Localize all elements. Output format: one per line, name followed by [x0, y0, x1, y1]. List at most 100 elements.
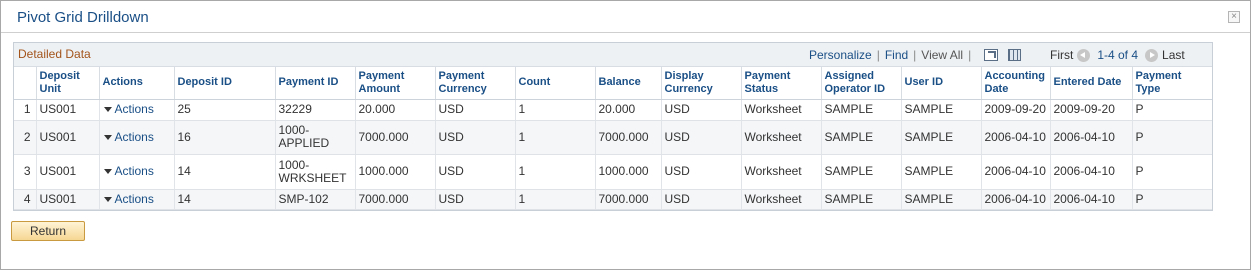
zoom-icon[interactable]	[984, 49, 999, 61]
personalize-link[interactable]: Personalize	[809, 48, 872, 62]
actions-menu[interactable]: Actions	[99, 154, 175, 190]
data-table: Deposit Unit Actions Deposit ID Payment …	[14, 67, 1212, 210]
col-header-deposit-id[interactable]: Deposit ID	[174, 67, 276, 100]
col-header-deposit-unit[interactable]: Deposit Unit	[36, 67, 100, 100]
col-header-user-id[interactable]: User ID	[901, 67, 982, 100]
col-header-balance[interactable]: Balance	[595, 67, 662, 100]
actions-link[interactable]: Actions	[115, 164, 154, 178]
cell-deposit-unit: US001	[36, 99, 100, 121]
cell-deposit-id: 14	[174, 154, 276, 190]
return-button[interactable]: Return	[11, 221, 85, 241]
cell-payment-amount: 1000.000	[355, 154, 436, 190]
cell-deposit-id: 25	[174, 99, 276, 121]
col-header-count[interactable]: Count	[515, 67, 596, 100]
cell-payment-currency: USD	[435, 99, 516, 121]
cell-deposit-unit: US001	[36, 120, 100, 155]
cell-payment-amount: 7000.000	[355, 189, 436, 210]
last-label: Last	[1162, 48, 1185, 62]
dropdown-triangle-icon	[103, 169, 112, 175]
first-label: First	[1050, 48, 1074, 62]
cell-payment-id: 1000-WRKSHEET	[275, 154, 356, 190]
cell-user-id: SAMPLE	[901, 154, 982, 190]
separator: |	[876, 48, 880, 62]
cell-payment-type: P	[1132, 120, 1212, 155]
col-header-payment-currency[interactable]: Payment Currency	[435, 67, 516, 100]
row-number: 2	[14, 120, 37, 155]
cell-payment-id: 32229	[275, 99, 356, 121]
download-grid-icon[interactable]	[1008, 49, 1022, 61]
cell-payment-currency: USD	[435, 189, 516, 210]
row-number: 4	[14, 189, 37, 210]
cell-payment-amount: 7000.000	[355, 120, 436, 155]
actions-menu[interactable]: Actions	[99, 120, 175, 155]
cell-display-currency: USD	[661, 189, 742, 210]
view-all-link[interactable]: View All	[921, 48, 963, 62]
dropdown-triangle-icon	[103, 196, 112, 202]
cell-payment-status: Worksheet	[741, 154, 822, 190]
cell-assigned-operator-id: SAMPLE	[821, 189, 902, 210]
cell-display-currency: USD	[661, 120, 742, 155]
cell-payment-type: P	[1132, 99, 1212, 121]
cell-accounting-date: 2006-04-10	[981, 154, 1051, 190]
next-arrow-icon[interactable]	[1145, 48, 1159, 62]
cell-count: 1	[515, 120, 596, 155]
row-number: 1	[14, 99, 37, 121]
cell-payment-status: Worksheet	[741, 189, 822, 210]
cell-assigned-operator-id: SAMPLE	[821, 154, 902, 190]
table-row: 3 US001 Actions 14 1000-WRKSHEET 1000.00…	[14, 154, 1212, 190]
table-row: 2 US001 Actions 16 1000-APPLIED 7000.000…	[14, 120, 1212, 155]
col-header-payment-type[interactable]: Payment Type	[1132, 67, 1212, 100]
cell-payment-amount: 20.000	[355, 99, 436, 121]
row-number: 3	[14, 154, 37, 190]
close-icon[interactable]: ×	[1228, 11, 1240, 23]
dropdown-triangle-icon	[103, 134, 112, 140]
cell-assigned-operator-id: SAMPLE	[821, 120, 902, 155]
col-header-assigned-operator-id[interactable]: Assigned Operator ID	[821, 67, 902, 100]
actions-link[interactable]: Actions	[115, 130, 154, 144]
col-header-display-currency[interactable]: Display Currency	[661, 67, 742, 100]
table-row: 4 US001 Actions 14 SMP-102 7000.000 USD …	[14, 189, 1212, 210]
cell-payment-id: 1000-APPLIED	[275, 120, 356, 155]
separator: |	[968, 48, 972, 62]
cell-deposit-id: 16	[174, 120, 276, 155]
col-header-payment-amount[interactable]: Payment Amount	[355, 67, 436, 100]
cell-payment-status: Worksheet	[741, 99, 822, 121]
cell-deposit-unit: US001	[36, 189, 100, 210]
title-bar: Pivot Grid Drilldown ×	[1, 1, 1250, 33]
cell-balance: 7000.000	[595, 189, 662, 210]
col-header-payment-id[interactable]: Payment ID	[275, 67, 356, 100]
separator: |	[913, 48, 917, 62]
cell-accounting-date: 2006-04-10	[981, 189, 1051, 210]
col-header-entered-date[interactable]: Entered Date	[1050, 67, 1133, 100]
cell-user-id: SAMPLE	[901, 99, 982, 121]
cell-balance: 7000.000	[595, 120, 662, 155]
cell-payment-currency: USD	[435, 154, 516, 190]
cell-entered-date: 2006-04-10	[1050, 189, 1133, 210]
grid-title: Detailed Data	[18, 47, 91, 61]
first-arrow-icon[interactable]	[1077, 48, 1091, 62]
actions-menu[interactable]: Actions	[99, 189, 175, 210]
find-link[interactable]: Find	[885, 48, 908, 62]
cell-entered-date: 2009-09-20	[1050, 99, 1133, 121]
detailed-data-grid: Detailed Data Personalize | Find | View …	[13, 42, 1213, 211]
col-header-accounting-date[interactable]: Accounting Date	[981, 67, 1051, 100]
cell-payment-status: Worksheet	[741, 120, 822, 155]
cell-payment-currency: USD	[435, 120, 516, 155]
cell-payment-type: P	[1132, 154, 1212, 190]
grid-navigation: First 1-4 of 4 Last	[1050, 48, 1185, 62]
col-header-payment-status[interactable]: Payment Status	[741, 67, 822, 100]
cell-accounting-date: 2006-04-10	[981, 120, 1051, 155]
actions-link[interactable]: Actions	[115, 192, 154, 206]
actions-link[interactable]: Actions	[115, 102, 154, 116]
cell-balance: 1000.000	[595, 154, 662, 190]
col-header-row-number	[14, 67, 37, 100]
col-header-actions: Actions	[99, 67, 175, 100]
cell-display-currency: USD	[661, 154, 742, 190]
actions-menu[interactable]: Actions	[99, 99, 175, 121]
cell-balance: 20.000	[595, 99, 662, 121]
cell-count: 1	[515, 189, 596, 210]
cell-accounting-date: 2009-09-20	[981, 99, 1051, 121]
cell-entered-date: 2006-04-10	[1050, 120, 1133, 155]
grid-header: Detailed Data Personalize | Find | View …	[14, 43, 1212, 67]
cell-deposit-unit: US001	[36, 154, 100, 190]
